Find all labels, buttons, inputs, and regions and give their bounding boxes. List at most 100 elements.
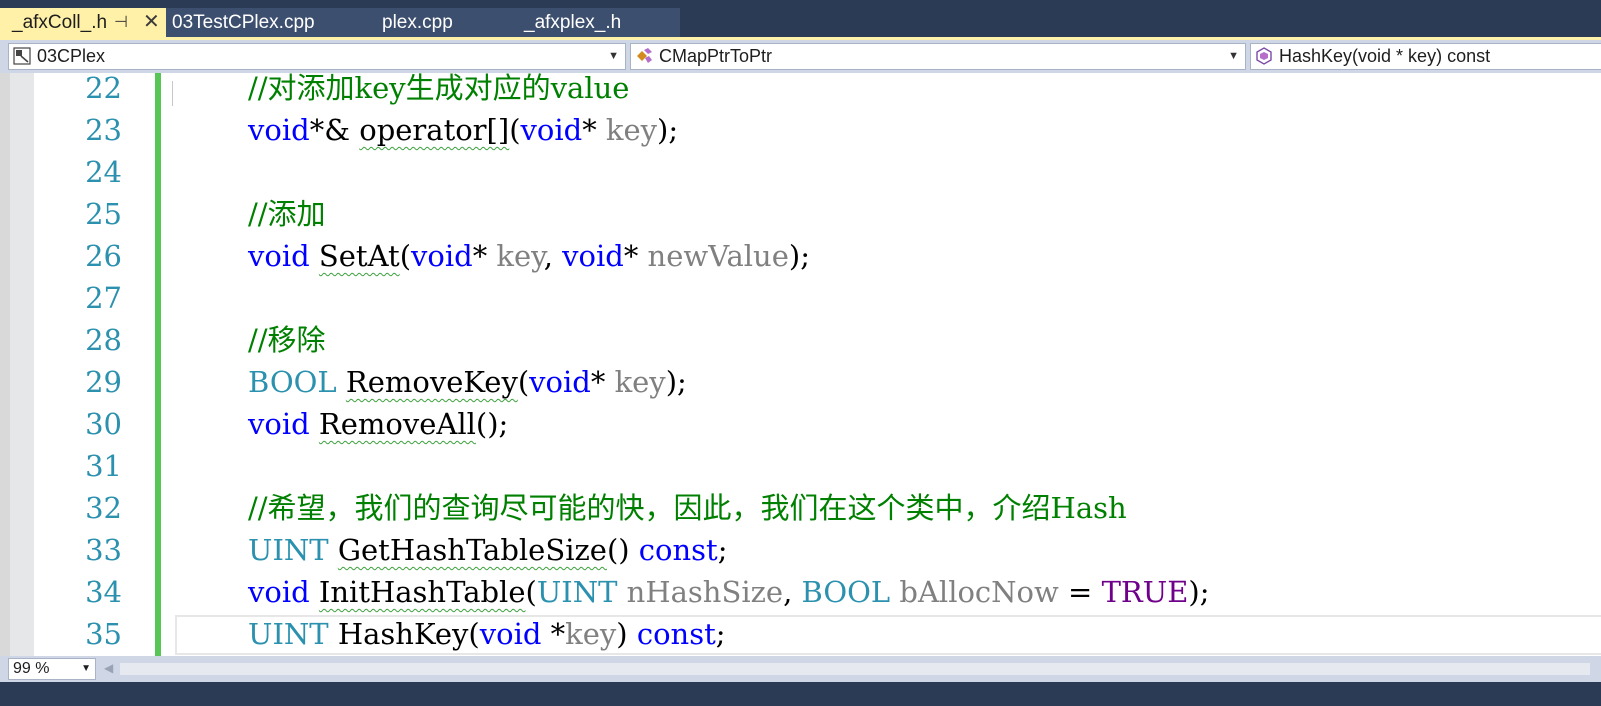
tab-label: 03TestCPlex.cpp	[172, 12, 315, 33]
zoom-level: 99 %	[13, 660, 50, 677]
comment: //对添加key生成对应的value	[248, 73, 630, 105]
line-number: 26	[85, 239, 122, 273]
keyword: void	[248, 239, 310, 273]
code-line-22[interactable]: //对添加key生成对应的value	[248, 73, 629, 109]
line-number: 31	[85, 449, 122, 483]
pin-icon[interactable]: ⊣	[114, 8, 128, 37]
tab-label: plex.cpp	[382, 12, 453, 33]
code-editor[interactable]: 22 23 24 25 26 27 28 29 30 31 32 33 34 3…	[0, 73, 1601, 671]
line-number: 23	[85, 113, 122, 147]
punctuation: (	[525, 575, 537, 609]
close-icon[interactable]: ✕	[143, 8, 160, 37]
code-line-30[interactable]: void RemoveAll();	[248, 403, 508, 445]
punctuation: *	[623, 239, 648, 273]
type-name: BOOL	[248, 365, 337, 399]
code-line-29[interactable]: BOOL RemoveKey(void* key);	[248, 361, 687, 403]
tab-label: _afxplex_.h	[524, 12, 622, 33]
punctuation: *	[541, 617, 566, 651]
punctuation: );	[1188, 575, 1210, 609]
function-name: SetAt	[318, 239, 400, 273]
macro: TRUE	[1101, 575, 1189, 609]
parameter: key	[565, 617, 617, 651]
line-number: 32	[85, 491, 122, 525]
type-name: BOOL	[801, 575, 891, 609]
code-line-33[interactable]: UINT GetHashTableSize() const;	[248, 529, 728, 571]
code-line-26[interactable]: void SetAt(void* key, void* newValue);	[248, 235, 810, 277]
keyword: void	[562, 239, 624, 273]
keyword: void	[411, 239, 473, 273]
comment: //希望，我们的查询尽可能的快，因此，我们在这个类中，介绍Hash	[248, 491, 1127, 525]
parameter: newValue	[647, 239, 789, 273]
chevron-down-icon[interactable]: ▼	[608, 44, 619, 69]
punctuation: );	[665, 365, 687, 399]
line-number: 33	[85, 533, 122, 567]
line-number: 25	[85, 197, 122, 231]
keyword: const	[636, 617, 716, 651]
project-name: 03CPlex	[37, 46, 106, 66]
line-number: 27	[85, 281, 122, 315]
parameter: key	[496, 239, 544, 273]
keyword: const	[638, 533, 718, 567]
code-line-32[interactable]: //希望，我们的查询尽可能的快，因此，我们在这个类中，介绍Hash	[248, 487, 1127, 529]
class-dropdown[interactable]: CMapPtrToPtr ▼	[630, 43, 1246, 70]
line-number: 24	[85, 155, 122, 189]
tab-03testcplex-cpp[interactable]: 03TestCPlex.cpp	[166, 8, 342, 37]
member-name: HashKey(void * key) const	[1279, 46, 1491, 66]
document-tab-strip: _afxColl_.h ⊣ ✕ 03TestCPlex.cpp plex.cpp…	[0, 0, 1601, 37]
punctuation: (	[517, 365, 530, 399]
project-dropdown[interactable]: 03CPlex ▼	[8, 43, 626, 70]
code-line-28[interactable]: //移除	[248, 319, 326, 361]
keyword: void	[248, 575, 310, 609]
punctuation: *	[582, 113, 606, 147]
parameter: key	[614, 365, 666, 399]
punctuation: ;	[715, 617, 726, 651]
punctuation: *	[472, 239, 497, 273]
indicator-margin[interactable]	[10, 73, 34, 671]
class-icon	[637, 48, 652, 63]
punctuation: ();	[475, 407, 509, 441]
horizontal-scrollbar[interactable]	[120, 663, 1590, 675]
line-number: 30	[85, 407, 122, 441]
keyword: void	[248, 113, 310, 147]
tab-plex-cpp[interactable]: plex.cpp	[342, 8, 510, 37]
chevron-down-icon[interactable]: ▼	[81, 659, 91, 679]
code-line-23[interactable]: void*& operator[](void* key);	[248, 109, 678, 151]
project-icon	[13, 47, 31, 65]
code-line-34[interactable]: void InitHashTable(UINT nHashSize, BOOL …	[248, 571, 1209, 613]
punctuation: (	[399, 239, 412, 273]
parameter: nHashSize	[626, 575, 784, 609]
punctuation: (	[509, 113, 521, 147]
punctuation: =	[1058, 575, 1102, 609]
member-dropdown[interactable]: HashKey(void * key) const	[1250, 43, 1601, 70]
tab-afxplex-h[interactable]: _afxplex_.h	[510, 8, 680, 37]
keyword: void	[520, 113, 583, 147]
scroll-left-icon[interactable]: ◀	[104, 661, 113, 675]
punctuation: *	[590, 365, 615, 399]
comment: //移除	[248, 323, 326, 357]
punctuation: ,	[543, 239, 563, 273]
line-number: 34	[85, 575, 122, 609]
chevron-down-icon[interactable]: ▼	[1228, 44, 1239, 69]
keyword: void	[248, 407, 310, 441]
punctuation: )	[616, 617, 637, 651]
line-number: 35	[85, 617, 122, 651]
change-tracking-bar	[155, 73, 161, 671]
type-name: UINT	[248, 617, 329, 651]
code-line-25[interactable]: //添加	[248, 193, 326, 235]
editor-left-edge	[0, 73, 10, 671]
window-bottom-frame	[0, 682, 1601, 706]
punctuation: (	[468, 617, 480, 651]
code-line-35[interactable]: UINT HashKey(void *key) const;	[248, 613, 726, 655]
zoom-dropdown[interactable]: 99 % ▼	[8, 658, 96, 680]
punctuation: );	[657, 113, 679, 147]
tab-afxcoll-h[interactable]: _afxColl_.h ⊣ ✕	[0, 8, 166, 37]
method-icon	[1256, 47, 1272, 65]
punctuation: ()	[606, 533, 639, 567]
outlining-guide	[172, 81, 173, 106]
function-name: GetHashTableSize	[337, 533, 607, 567]
